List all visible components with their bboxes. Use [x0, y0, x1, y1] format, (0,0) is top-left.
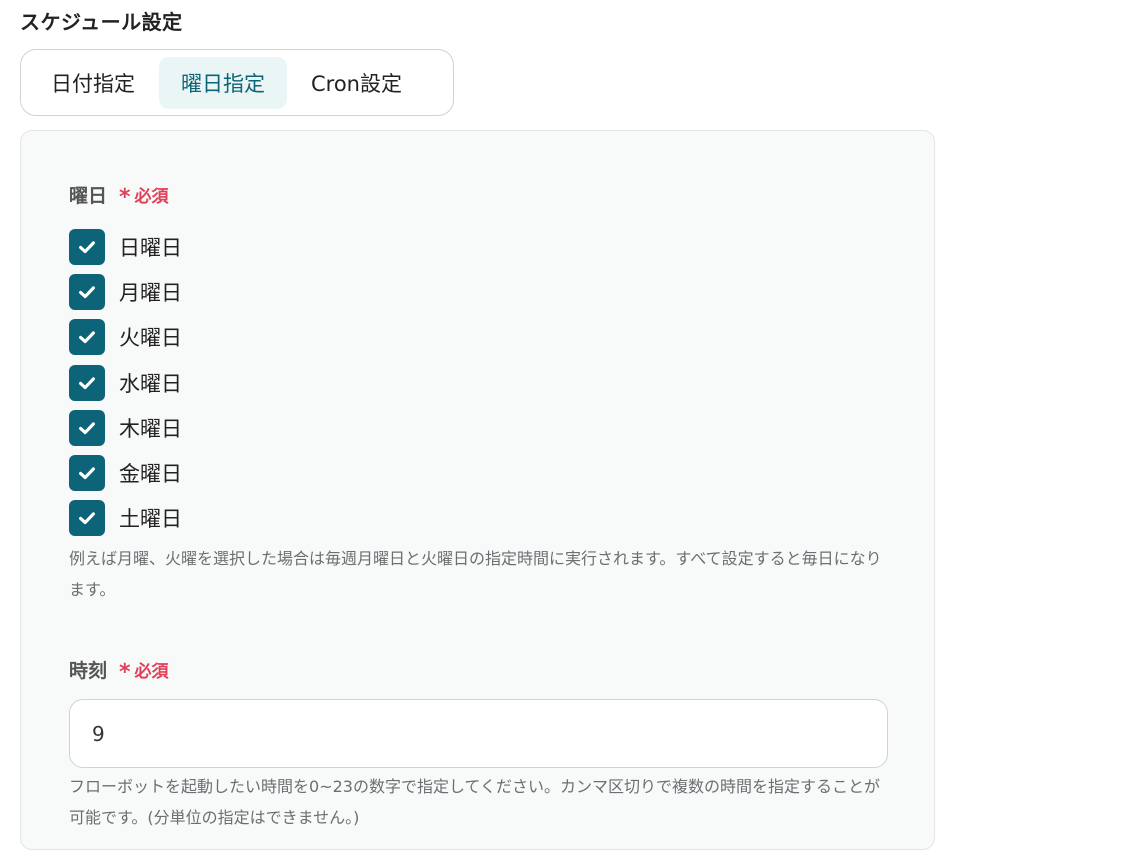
tab-date[interactable]: 日付指定	[29, 57, 157, 109]
time-input[interactable]	[69, 699, 888, 768]
checkbox-checked-icon[interactable]	[69, 455, 105, 492]
checkbox-checked-icon[interactable]	[69, 364, 105, 401]
schedule-type-tabs: 日付指定 曜日指定 Cron設定	[20, 49, 454, 116]
time-field-label: 時刻 * 必須	[69, 656, 169, 685]
weekday-field-label: 曜日 * 必須	[69, 181, 169, 210]
tab-cron[interactable]: Cron設定	[289, 57, 424, 109]
day-option-saturday[interactable]: 土曜日	[69, 496, 182, 541]
time-help-text: フローボットを起動したい時間を0~23の数字で指定してください。カンマ区切りで複…	[69, 777, 880, 827]
weekday-label-text: 曜日	[69, 185, 108, 207]
day-option-tuesday[interactable]: 火曜日	[69, 315, 182, 360]
required-badge: * 必須	[119, 657, 169, 685]
day-option-monday[interactable]: 月曜日	[69, 269, 182, 314]
required-badge: * 必須	[119, 182, 169, 210]
checkbox-checked-icon[interactable]	[69, 500, 105, 537]
weekday-help-text: 例えば月曜、火曜を選択した場合は毎週月曜日と火曜日の指定時間に実行されます。すべ…	[69, 549, 882, 599]
day-option-sunday[interactable]: 日曜日	[69, 224, 182, 269]
checkbox-checked-icon[interactable]	[69, 228, 105, 265]
section-title: スケジュール設定	[20, 10, 183, 34]
required-asterisk: *	[119, 185, 131, 210]
checkbox-checked-icon[interactable]	[69, 273, 105, 310]
required-text: 必須	[134, 187, 169, 207]
day-option-friday[interactable]: 金曜日	[69, 450, 182, 495]
tab-weekday[interactable]: 曜日指定	[159, 56, 287, 109]
day-label: 月曜日	[119, 280, 182, 305]
day-label: 日曜日	[119, 235, 182, 260]
day-label: 金曜日	[119, 462, 182, 487]
weekday-settings-panel: 曜日 * 必須 日曜日 月曜日 火曜日 水曜日 木曜日 金曜日 土曜日 例えば月…	[20, 130, 935, 850]
time-label-text: 時刻	[69, 660, 108, 682]
weekday-checkbox-list: 日曜日 月曜日 火曜日 水曜日 木曜日 金曜日 土曜日	[69, 224, 182, 541]
day-option-thursday[interactable]: 木曜日	[69, 405, 182, 450]
checkbox-checked-icon[interactable]	[69, 409, 105, 446]
day-option-wednesday[interactable]: 水曜日	[69, 360, 182, 405]
day-label: 木曜日	[119, 416, 182, 441]
checkbox-checked-icon[interactable]	[69, 319, 105, 356]
day-label: 土曜日	[119, 507, 182, 532]
day-label: 火曜日	[119, 326, 182, 351]
required-text: 必須	[134, 662, 169, 682]
day-label: 水曜日	[119, 371, 182, 396]
required-asterisk: *	[119, 660, 131, 685]
